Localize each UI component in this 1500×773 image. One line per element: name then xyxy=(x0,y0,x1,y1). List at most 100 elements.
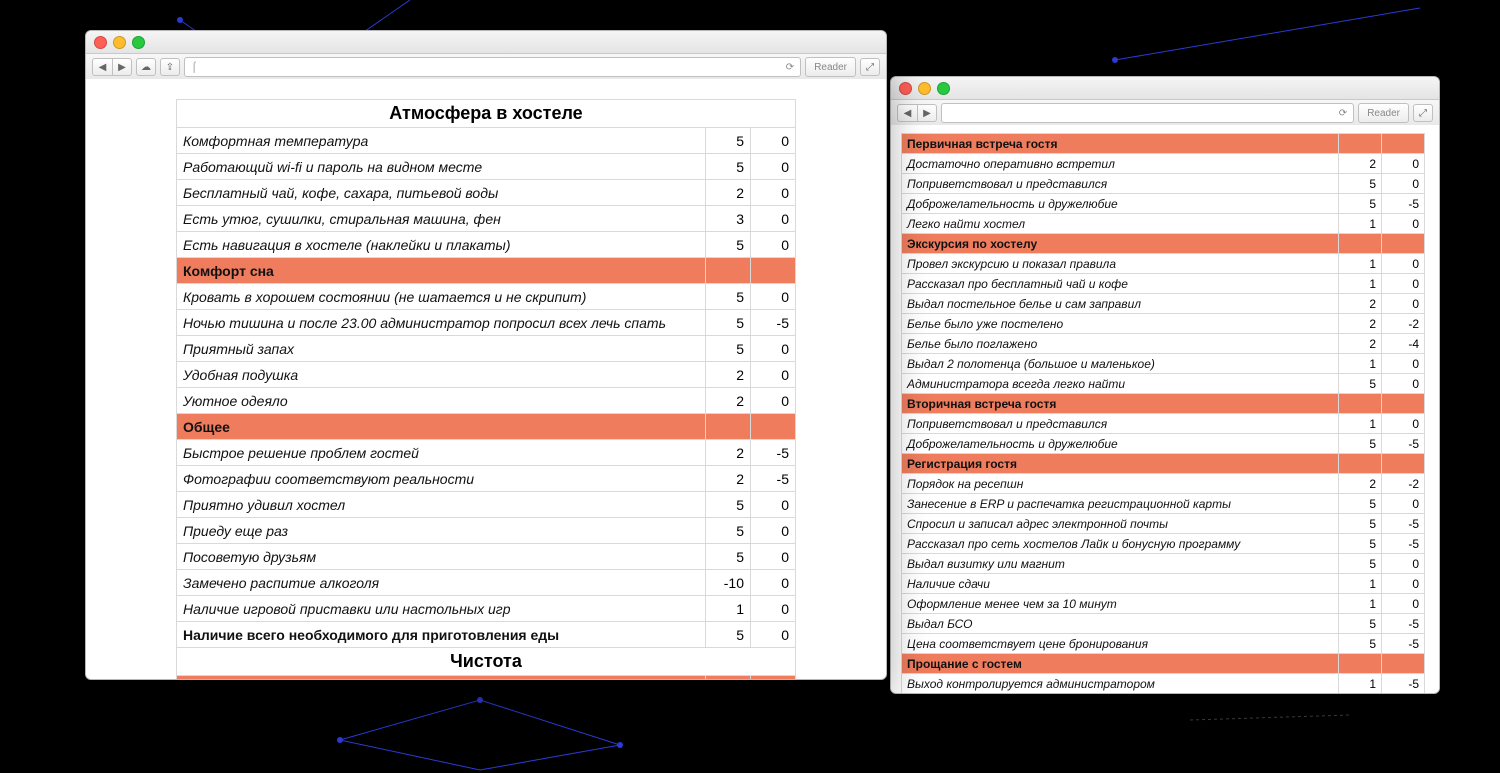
row-label: Порядок на ресепшн xyxy=(902,474,1339,494)
zoom-icon[interactable] xyxy=(132,36,145,49)
row-score-a: 5 xyxy=(1339,634,1382,654)
row-score-a: 1 xyxy=(1339,414,1382,434)
table-section: Общее xyxy=(177,414,796,440)
address-bar[interactable]: ⟳ xyxy=(941,103,1354,123)
row-label: Наличие сдачи xyxy=(902,574,1339,594)
table-row: Выдал визитку или магнит50 xyxy=(902,554,1425,574)
row-score-a: 5 xyxy=(706,128,751,154)
row-score-a: 2 xyxy=(706,180,751,206)
address-bar[interactable]: ⌠ ⟳ xyxy=(184,57,801,77)
back-button[interactable]: ◀ xyxy=(897,104,917,122)
table-row: Приятно удивил хостел50 xyxy=(177,492,796,518)
row-label: Приеду еще раз xyxy=(177,518,706,544)
row-label: Оформление менее чем за 10 минут xyxy=(902,594,1339,614)
row-score-b: 0 xyxy=(1382,254,1425,274)
table-row: Уютное одеяло20 xyxy=(177,388,796,414)
row-label: Достаточно оперативно встретил xyxy=(902,154,1339,174)
row-score-b: 0 xyxy=(1382,154,1425,174)
row-score-b: 0 xyxy=(751,544,796,570)
table-row: Приеду еще раз50 xyxy=(177,518,796,544)
row-score-b: -5 xyxy=(751,310,796,336)
row-score-a: 2 xyxy=(1339,334,1382,354)
row-label: Приятный запах xyxy=(177,336,706,362)
table-row: Быстрое решение проблем гостей2-5 xyxy=(177,440,796,466)
row-label: Выдал постельное белье и сам заправил xyxy=(902,294,1339,314)
row-label: Замечено распитие алкоголя xyxy=(177,570,706,596)
reader-button[interactable]: Reader xyxy=(805,57,856,77)
row-label: Поприветствовал и представился xyxy=(902,174,1339,194)
row-score-b: -5 xyxy=(1382,674,1425,694)
row-label: Выход контролируется администратором xyxy=(902,674,1339,694)
row-score-a: 2 xyxy=(706,440,751,466)
table-row: Легко найти хостел10 xyxy=(902,214,1425,234)
table-section: Вторичная встреча гостя xyxy=(902,394,1425,414)
row-score-a: 2 xyxy=(1339,154,1382,174)
row-score-b: 0 xyxy=(1382,294,1425,314)
table-row: Администратора всегда легко найти50 xyxy=(902,374,1425,394)
back-button[interactable]: ◀ xyxy=(92,58,112,76)
row-score-b: 0 xyxy=(751,388,796,414)
row-score-a: 5 xyxy=(706,232,751,258)
row-score-a: 5 xyxy=(706,310,751,336)
table-row: Удобная подушка20 xyxy=(177,362,796,388)
zoom-icon[interactable] xyxy=(937,82,950,95)
row-score-a: 5 xyxy=(1339,174,1382,194)
row-label: Спросил и записал адрес электронной почт… xyxy=(902,514,1339,534)
reader-button[interactable]: Reader xyxy=(1358,103,1409,123)
table-row: Наличие игровой приставки или настольных… xyxy=(177,596,796,622)
close-icon[interactable] xyxy=(899,82,912,95)
row-label: Есть навигация в хостеле (наклейки и пла… xyxy=(177,232,706,258)
table-row: Комфортная температура50 xyxy=(177,128,796,154)
toolbar: ◀ ▶ ⟳ Reader ⤢ xyxy=(891,100,1439,127)
reload-icon[interactable]: ⟳ xyxy=(1339,108,1347,119)
forward-button[interactable]: ▶ xyxy=(917,104,937,122)
row-score-b: 0 xyxy=(751,518,796,544)
row-score-b: -5 xyxy=(751,440,796,466)
checklist-table-2: Первичная встреча гостяДостаточно операт… xyxy=(901,133,1425,693)
row-label: Поприветствовал и представился xyxy=(902,414,1339,434)
row-score-b: 0 xyxy=(751,622,796,648)
row-score-a: 2 xyxy=(1339,294,1382,314)
minimize-icon[interactable] xyxy=(113,36,126,49)
share-button[interactable]: ⇪ xyxy=(160,58,180,76)
row-score-a: 1 xyxy=(706,596,751,622)
row-score-a: 5 xyxy=(1339,514,1382,534)
toolbar: ◀ ▶ ☁ ⇪ ⌠ ⟳ Reader ⤢ xyxy=(86,54,886,81)
icloud-button[interactable]: ☁ xyxy=(136,58,156,76)
site-icon: ⌠ xyxy=(191,62,197,73)
row-label: Занесение в ERP и распечатка регистрацио… xyxy=(902,494,1339,514)
table-section: Прощание с гостем xyxy=(902,654,1425,674)
fullscreen-button[interactable]: ⤢ xyxy=(860,58,880,76)
forward-button[interactable]: ▶ xyxy=(112,58,132,76)
table-row: Занесение в ERP и распечатка регистрацио… xyxy=(902,494,1425,514)
minimize-icon[interactable] xyxy=(918,82,931,95)
row-score-a: 1 xyxy=(1339,674,1382,694)
row-label: Комфортная температура xyxy=(177,128,706,154)
table-row: Есть утюг, сушилки, стиральная машина, ф… xyxy=(177,206,796,232)
row-score-a: 5 xyxy=(1339,614,1382,634)
row-score-b: 0 xyxy=(751,570,796,596)
row-label: Наличие игровой приставки или настольных… xyxy=(177,596,706,622)
row-score-b: -5 xyxy=(1382,614,1425,634)
row-score-a: 5 xyxy=(1339,434,1382,454)
table-row: Спросил и записал адрес электронной почт… xyxy=(902,514,1425,534)
row-score-b: 0 xyxy=(751,154,796,180)
table-row: Доброжелательность и дружелюбие5-5 xyxy=(902,434,1425,454)
titlebar xyxy=(86,31,886,54)
row-score-b: 0 xyxy=(751,336,796,362)
table-section: Комфорт сна xyxy=(177,258,796,284)
row-score-b: -5 xyxy=(1382,534,1425,554)
table-row: Рассказал про бесплатный чай и кофе10 xyxy=(902,274,1425,294)
row-label: Доброжелательность и дружелюбие xyxy=(902,194,1339,214)
fullscreen-button[interactable]: ⤢ xyxy=(1413,104,1433,122)
reload-icon[interactable]: ⟳ xyxy=(786,62,794,73)
row-score-a: 5 xyxy=(706,154,751,180)
table-row: Посоветую друзьям50 xyxy=(177,544,796,570)
row-score-b: -5 xyxy=(1382,514,1425,534)
row-score-a: 2 xyxy=(1339,314,1382,334)
row-score-a: -10 xyxy=(706,570,751,596)
row-score-a: 2 xyxy=(706,466,751,492)
close-icon[interactable] xyxy=(94,36,107,49)
table-row: Белье было поглажено2-4 xyxy=(902,334,1425,354)
row-score-a: 5 xyxy=(706,544,751,570)
